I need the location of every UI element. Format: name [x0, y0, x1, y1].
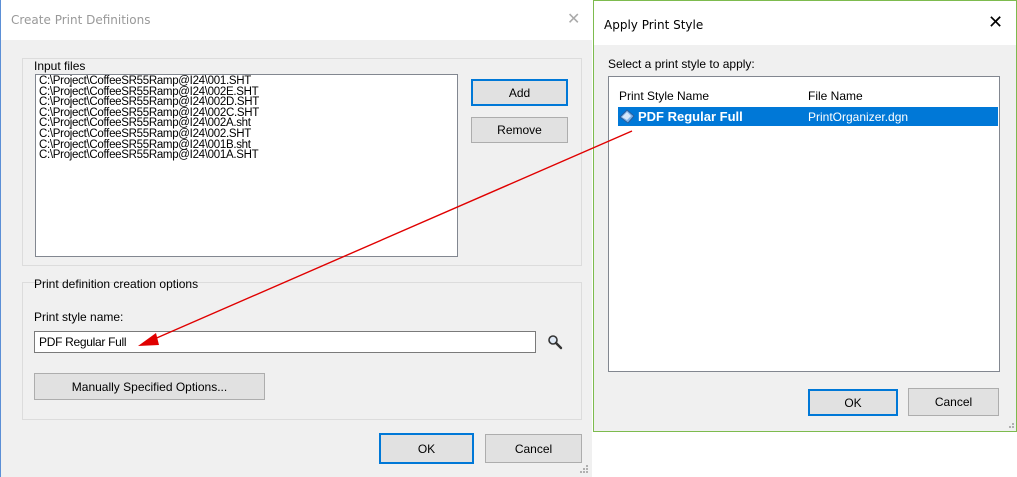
add-button[interactable]: Add — [471, 79, 568, 106]
list-item[interactable]: C:\Project\CoffeeSR55Ramp@I24\001A.SHT — [39, 150, 454, 161]
title-bar: Create Print Definitions ✕ — [1, 0, 593, 40]
input-files-label: Input files — [34, 59, 86, 73]
print-style-name-label: Print style name: — [34, 310, 124, 324]
print-style-list[interactable]: Print Style Name File Name PDF Regular F… — [608, 76, 1000, 372]
manually-specified-options-button[interactable]: Manually Specified Options... — [34, 373, 265, 400]
create-print-definitions-dialog: Create Print Definitions ✕ Input files C… — [0, 0, 593, 477]
close-icon[interactable]: ✕ — [988, 12, 1003, 33]
file-name-cell: PrintOrganizer.dgn — [808, 110, 909, 124]
ok-button[interactable]: OK — [379, 433, 474, 464]
cancel-button[interactable]: Cancel — [485, 434, 582, 463]
list-item-selected[interactable]: PDF Regular Full PrintOrganizer.dgn — [618, 107, 998, 126]
print-style-name-cell: PDF Regular Full — [638, 109, 743, 124]
close-icon[interactable]: ✕ — [567, 9, 580, 29]
column-header-print-style-name[interactable]: Print Style Name — [619, 89, 709, 103]
creation-options-label: Print definition creation options — [34, 277, 199, 291]
title-bar: Apply Print Style ✕ — [594, 1, 1016, 45]
list-item[interactable]: C:\Project\CoffeeSR55Ramp@I24\002.SHT — [39, 128, 454, 140]
list-item[interactable]: C:\Project\CoffeeSR55Ramp@I24\001.SHT — [39, 75, 454, 87]
cancel-button[interactable]: Cancel — [908, 388, 999, 416]
column-header-file-name[interactable]: File Name — [808, 89, 863, 103]
apply-print-style-dialog: Apply Print Style ✕ Select a print style… — [593, 0, 1017, 432]
dialog-title: Apply Print Style — [604, 18, 704, 32]
resize-grip-icon[interactable] — [1005, 419, 1015, 429]
search-icon[interactable] — [547, 334, 563, 350]
resize-grip-icon[interactable] — [579, 464, 589, 474]
print-style-name-input[interactable]: PDF Regular Full — [34, 331, 536, 353]
ok-button[interactable]: OK — [808, 389, 898, 416]
instruction-text: Select a print style to apply: — [608, 57, 755, 71]
input-files-list[interactable]: C:\Project\CoffeeSR55Ramp@I24\001.SHT C:… — [35, 74, 458, 257]
dialog-title: Create Print Definitions — [11, 13, 151, 27]
print-style-icon — [619, 109, 635, 124]
remove-button[interactable]: Remove — [471, 117, 568, 143]
